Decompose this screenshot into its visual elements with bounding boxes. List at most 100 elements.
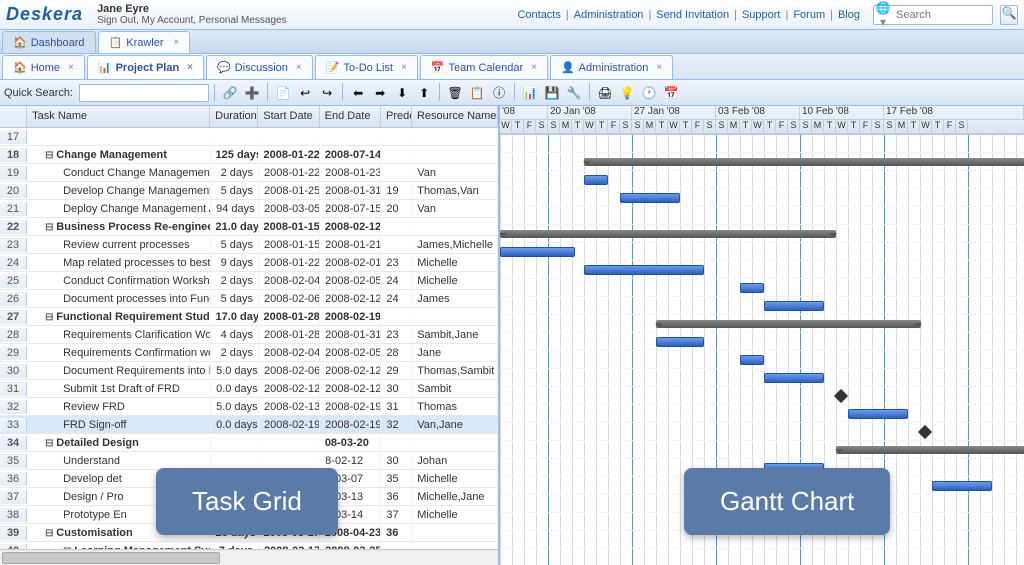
table-row[interactable]: 33FRD Sign-off0.0 days2008-02-192008-02-… [0, 416, 498, 434]
table-row[interactable]: 23Review current processes5 days2008-01-… [0, 236, 498, 254]
gantt-bar[interactable] [764, 301, 824, 311]
toolbar-btn-1[interactable]: ➕ [242, 83, 262, 103]
header-link-support[interactable]: Support [742, 9, 781, 21]
table-row[interactable]: 40Learning Management Syste7 days2008-03… [0, 542, 498, 549]
table-row[interactable]: 29Requirements Confirmation work2 days20… [0, 344, 498, 362]
quick-search-input[interactable] [79, 84, 209, 102]
sub-tabs: 🏠Home×📊Project Plan×💬Discussion×📝To-Do L… [0, 54, 1024, 80]
toolbar-btn-4[interactable]: ↪ [317, 83, 337, 103]
gantt-bar[interactable] [740, 283, 764, 293]
header-link-blog[interactable]: Blog [838, 9, 860, 21]
table-row[interactable]: 35Understand8-02-1230Johan [0, 452, 498, 470]
main-tab-krawler[interactable]: 📋Krawler× [98, 31, 191, 53]
table-row[interactable]: 25Conduct Confirmation Workshop2 days200… [0, 272, 498, 290]
table-row[interactable]: 21Deploy Change Management Act94 days200… [0, 200, 498, 218]
toolbar-btn-6[interactable]: ➡ [370, 83, 390, 103]
main-tab-dashboard[interactable]: 🏠Dashboard [2, 31, 96, 53]
toolbar-btn-0[interactable]: 🔗 [220, 83, 240, 103]
sub-tab-team-calendar[interactable]: 📅Team Calendar× [420, 55, 548, 79]
toolbar-btn-10[interactable]: 📋 [467, 83, 487, 103]
table-row[interactable]: 22Business Process Re-engineerin21.0 day… [0, 218, 498, 236]
gantt-bar[interactable] [848, 409, 908, 419]
table-row[interactable]: 37Design / Pro8-03-1336Michelle,Jane [0, 488, 498, 506]
toolbar-btn-17[interactable]: 🕐 [639, 83, 659, 103]
table-row[interactable]: 31Submit 1st Draft of FRD0.0 days2008-02… [0, 380, 498, 398]
toolbar-btn-5[interactable]: ⬅ [348, 83, 368, 103]
grid-body[interactable]: 1718Change Management125 days2008-01-222… [0, 128, 498, 549]
table-row[interactable]: 19Conduct Change Management Pla2 days200… [0, 164, 498, 182]
toolbar-btn-8[interactable]: ⬆ [414, 83, 434, 103]
sub-tab-to-do-list[interactable]: 📝To-Do List× [315, 55, 418, 79]
col-rownum[interactable] [0, 106, 27, 127]
toolbar-btn-18[interactable]: 📅 [661, 83, 681, 103]
tab-close-icon[interactable]: × [531, 62, 537, 73]
toolbar-btn-13[interactable]: 💾 [542, 83, 562, 103]
gantt-bar[interactable] [764, 463, 824, 473]
tab-close-icon[interactable]: × [68, 62, 74, 73]
gantt-bar[interactable] [584, 158, 1024, 166]
table-row[interactable]: 34Detailed Design08-03-20 [0, 434, 498, 452]
table-row[interactable]: 27Functional Requirement Study17.0 days2… [0, 308, 498, 326]
gantt-day-header: T [656, 120, 668, 133]
header-link-send-invitation[interactable]: Send Invitation [656, 9, 729, 21]
sub-tab-home[interactable]: 🏠Home× [2, 55, 85, 79]
gantt-bar[interactable] [584, 175, 608, 185]
table-row[interactable]: 32Review FRD5.0 days2008-02-132008-02-19… [0, 398, 498, 416]
gantt-bar[interactable] [932, 481, 992, 491]
gantt-bar[interactable] [620, 193, 680, 203]
sub-tab-administration[interactable]: 👤Administration× [550, 55, 673, 79]
tab-close-icon[interactable]: × [187, 62, 193, 73]
toolbar-btn-2[interactable]: 📄 [273, 83, 293, 103]
col-predecessor[interactable]: Prede [381, 106, 412, 127]
gantt-bar[interactable] [764, 373, 824, 383]
gantt-bar[interactable] [500, 247, 575, 257]
table-row[interactable]: 24Map related processes to best p9 days2… [0, 254, 498, 272]
toolbar-btn-12[interactable]: 📊 [520, 83, 540, 103]
table-row[interactable]: 39Customisation28 days2008-03-172008-04-… [0, 524, 498, 542]
col-duration[interactable]: Duration [210, 106, 258, 127]
col-resource[interactable]: Resource Names [412, 106, 498, 127]
tab-close-icon[interactable]: × [401, 62, 407, 73]
table-row[interactable]: 28Requirements Clarification Works4 days… [0, 326, 498, 344]
col-task[interactable]: Task Name [27, 106, 210, 127]
col-startdate[interactable]: Start Date [258, 106, 319, 127]
search-input[interactable] [892, 7, 992, 23]
gantt-bar[interactable] [500, 230, 836, 238]
gantt-body[interactable] [500, 135, 1024, 565]
table-row[interactable]: 26Document processes into Functi5 days20… [0, 290, 498, 308]
toolbar-btn-3[interactable]: ↩ [295, 83, 315, 103]
toolbar-btn-7[interactable]: ⬇ [392, 83, 412, 103]
gantt-bar[interactable] [656, 320, 921, 328]
grid-hscroll[interactable] [0, 549, 498, 565]
table-row[interactable]: 20Develop Change Management Pla5 days200… [0, 182, 498, 200]
toolbar-btn-11[interactable]: ⓘ [489, 83, 509, 103]
gantt-bar[interactable] [584, 265, 704, 275]
tab-close-icon[interactable]: × [656, 62, 662, 73]
header-link-administration[interactable]: Administration [574, 9, 644, 21]
user-links[interactable]: Sign Out, My Account, Personal Messages [97, 15, 287, 27]
gantt-bar[interactable] [656, 337, 704, 347]
gantt-milestone[interactable] [918, 425, 932, 439]
tab-close-icon[interactable]: × [174, 37, 180, 48]
table-row[interactable]: 38Prototype En8-03-1437Michelle [0, 506, 498, 524]
header-link-forum[interactable]: Forum [793, 9, 825, 21]
sub-tab-project-plan[interactable]: 📊Project Plan× [87, 55, 204, 79]
gantt-bar[interactable] [740, 355, 764, 365]
table-row[interactable]: 17 [0, 128, 498, 146]
table-row[interactable]: 18Change Management125 days2008-01-22200… [0, 146, 498, 164]
sub-tab-discussion[interactable]: 💬Discussion× [206, 55, 313, 79]
table-row[interactable]: 30Document Requirements into FRD5.0 days… [0, 362, 498, 380]
gantt-day-header: W [836, 120, 848, 133]
header-link-contacts[interactable]: Contacts [517, 9, 560, 21]
quick-search-label: Quick Search: [4, 87, 73, 99]
toolbar-btn-9[interactable]: 🗑 [445, 83, 465, 103]
toolbar-btn-15[interactable]: 🖨 [595, 83, 615, 103]
col-enddate[interactable]: End Date [320, 106, 381, 127]
search-button[interactable]: 🔍 [1000, 5, 1018, 25]
gantt-milestone[interactable] [834, 389, 848, 403]
toolbar-btn-16[interactable]: 💡 [617, 83, 637, 103]
tab-close-icon[interactable]: × [296, 62, 302, 73]
toolbar-btn-14[interactable]: 🔧 [564, 83, 584, 103]
table-row[interactable]: 36Develop det8-03-0735Michelle [0, 470, 498, 488]
gantt-bar[interactable] [836, 446, 1024, 454]
